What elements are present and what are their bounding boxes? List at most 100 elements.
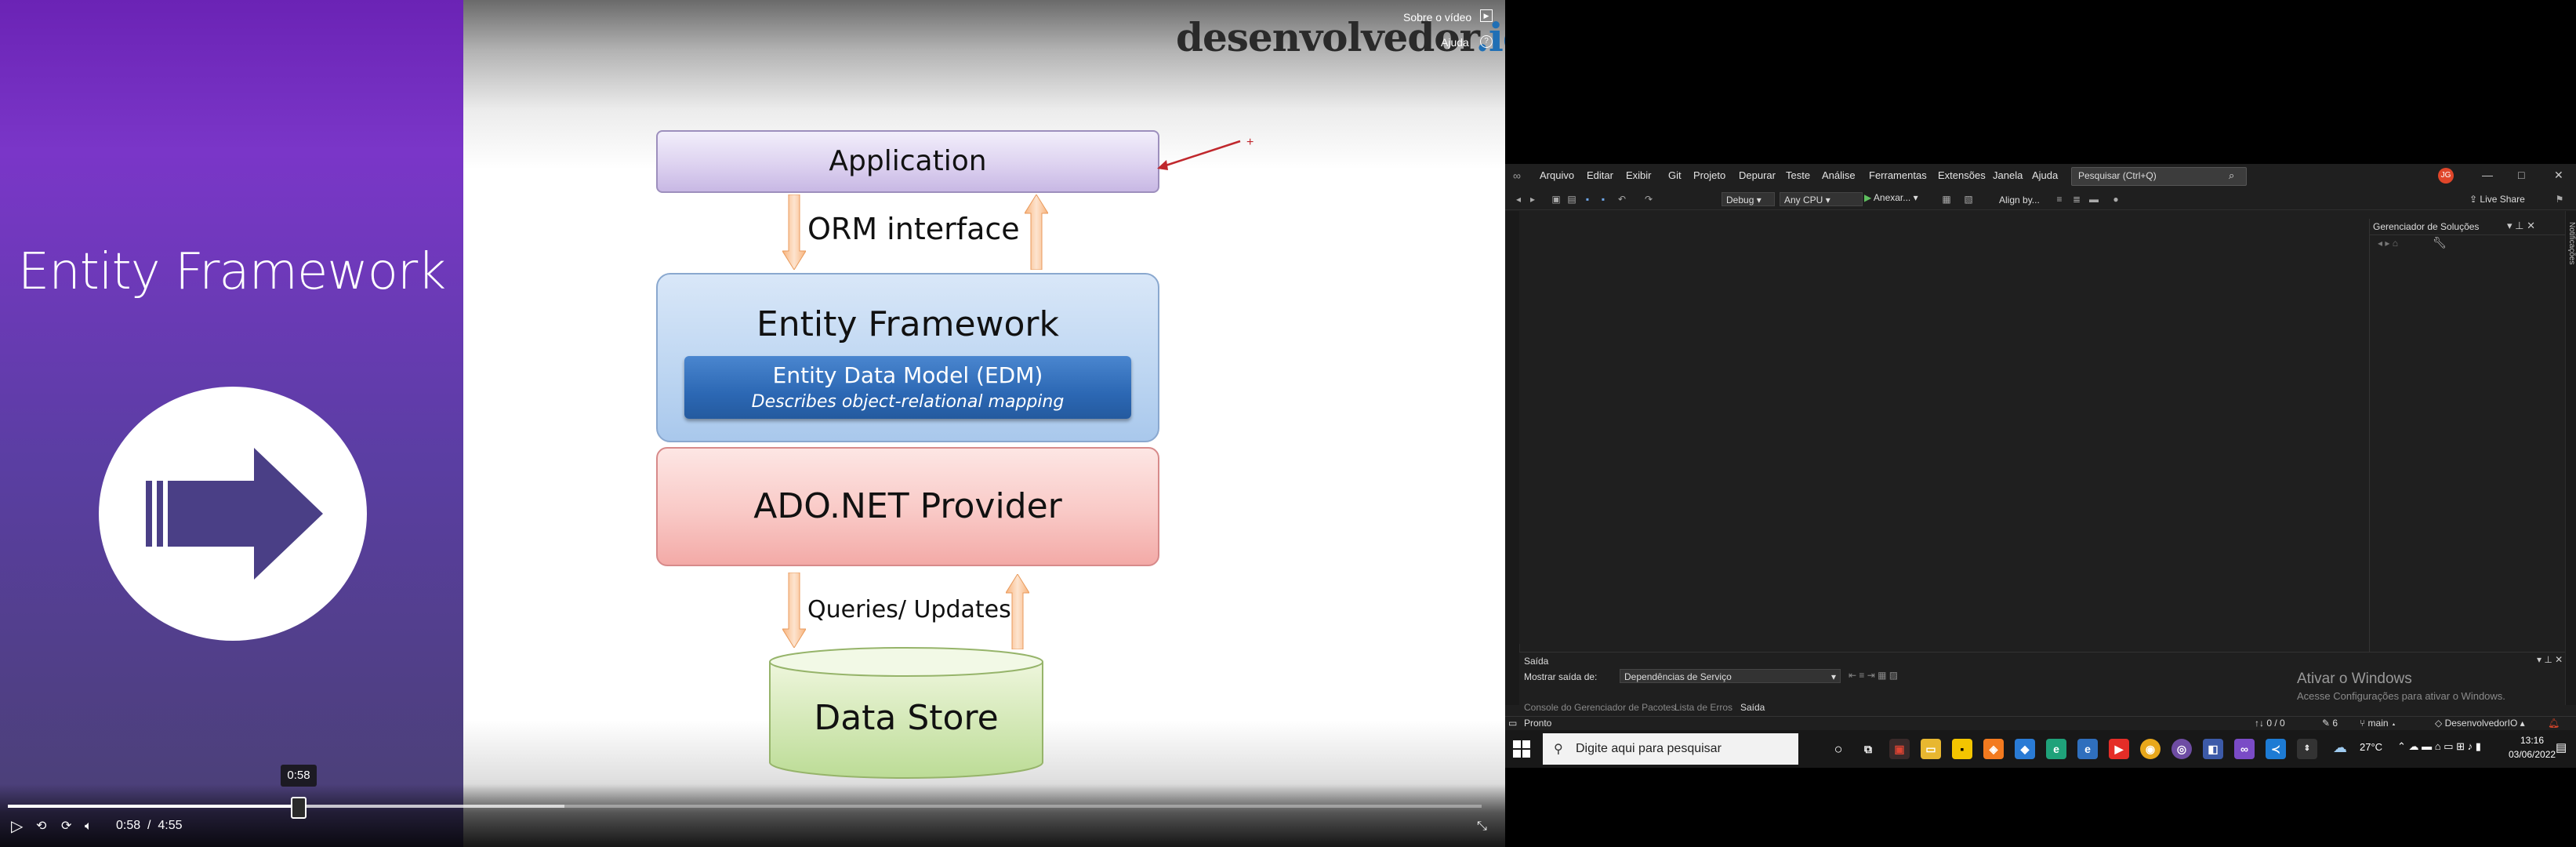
menu-teste[interactable]: Teste bbox=[1786, 169, 1810, 181]
menu-editar[interactable]: Editar bbox=[1587, 169, 1613, 181]
notification-bell-icon[interactable]: 🔔︎ bbox=[2548, 718, 2560, 729]
app-icon-video[interactable]: ▣ bbox=[1889, 739, 1910, 759]
feedback-icon[interactable]: ⚑ bbox=[2554, 194, 2565, 205]
edge-dev-icon[interactable]: e bbox=[2077, 739, 2098, 759]
output-source-select[interactable]: Dependências de Serviço ▾ bbox=[1620, 669, 1841, 683]
video-player[interactable]: Entity Framework desenvolvedor.io Sobre … bbox=[0, 0, 1505, 847]
entity-framework-label: Entity Framework bbox=[756, 304, 1059, 344]
forward-icon[interactable]: ⟳ bbox=[61, 817, 71, 836]
undo-icon[interactable]: ↶ bbox=[1616, 194, 1627, 205]
github-icon[interactable]: ◎ bbox=[2171, 739, 2192, 759]
back-icon[interactable]: ◂ bbox=[1513, 194, 1524, 205]
menu-exibir[interactable]: Exibir bbox=[1626, 169, 1652, 181]
edm-subtitle: Describes object-relational mapping bbox=[751, 392, 1065, 412]
notifications-tab[interactable]: Notificações bbox=[2565, 222, 2576, 264]
app-icon-purple[interactable]: ◧ bbox=[2203, 739, 2223, 759]
status-repo[interactable]: ◇ DesenvolvedorIO ▴ bbox=[2435, 718, 2525, 729]
platform-dropdown[interactable]: Any CPU ▾ bbox=[1780, 192, 1863, 206]
activate-windows-subtitle: Acesse Configurações para ativar o Windo… bbox=[2297, 690, 2505, 702]
vs-toolbar: ◂ ▸ ▣ ▤ ▪ ▪ ↶ ↷ Debug ▾ Any CPU ▾ ▶ Anex… bbox=[1505, 189, 2576, 210]
tab-error-list[interactable]: Lista de Erros bbox=[1674, 702, 1732, 713]
open-icon[interactable]: ▤ bbox=[1566, 194, 1577, 205]
menu-projeto[interactable]: Projeto bbox=[1693, 169, 1725, 181]
minimize-icon[interactable]: — bbox=[2482, 169, 2493, 181]
attach-button[interactable]: ▶ Anexar... ▾ bbox=[1864, 192, 1918, 203]
exit-fullscreen-icon[interactable]: ⤡ bbox=[1477, 817, 1487, 836]
right-tool-strip[interactable] bbox=[2565, 211, 2576, 705]
tray-time[interactable]: 13:16 bbox=[2509, 735, 2556, 746]
help-link[interactable]: Ajuda bbox=[1441, 36, 1469, 49]
edge-icon[interactable]: e bbox=[2046, 739, 2066, 759]
menu-extensoes[interactable]: Extensões bbox=[1938, 169, 1986, 181]
status-lines[interactable]: ↑↓ 0 / 0 bbox=[2255, 718, 2285, 729]
menu-analise[interactable]: Análise bbox=[1822, 169, 1856, 181]
chrome-icon[interactable]: ◉ bbox=[2140, 739, 2161, 759]
file-explorer-icon[interactable]: ▭ bbox=[1921, 739, 1941, 759]
menu-ajuda[interactable]: Ajuda bbox=[2032, 169, 2058, 181]
solution-explorer: Gerenciador de Soluções ▾ ⊥ ✕ ◂ ▸ ⌂ 🔧︎ bbox=[2369, 219, 2566, 658]
close-icon[interactable]: ✕ bbox=[2554, 169, 2563, 182]
toolbar-icon-a[interactable]: ▦ bbox=[1941, 194, 1952, 205]
toolbar-icon-b[interactable]: ▧ bbox=[1963, 194, 1974, 205]
cortana-icon[interactable]: ○ bbox=[1828, 739, 1849, 759]
taskbar-search-input[interactable]: ⚲ Digite aqui para pesquisar bbox=[1543, 733, 1798, 765]
status-changes[interactable]: ✎ 6 bbox=[2322, 718, 2338, 729]
editor-area[interactable] bbox=[1519, 211, 2367, 644]
scroll-taskbar-icon[interactable]: ⇕ bbox=[2297, 739, 2317, 759]
maximize-icon[interactable]: □ bbox=[2518, 169, 2524, 181]
tray-date[interactable]: 03/06/2022 bbox=[2509, 749, 2556, 760]
vs-search-input[interactable]: Pesquisar (Ctrl+Q) ⌕ bbox=[2071, 167, 2247, 186]
output-tools-icon[interactable]: ⇤ ≡ ⇥ ▦ ▨ bbox=[1849, 670, 1898, 681]
pin-icon[interactable]: ▾ ⊥ ✕ bbox=[2507, 220, 2535, 232]
menu-depurar[interactable]: Depurar bbox=[1739, 169, 1776, 181]
toolbar-icon-e[interactable]: ▬ bbox=[2088, 194, 2099, 205]
play-icon[interactable]: ▶ bbox=[1480, 9, 1493, 22]
redo-icon[interactable]: ↷ bbox=[1643, 194, 1654, 205]
new-item-icon[interactable]: ▣ bbox=[1551, 194, 1562, 205]
up-arrow-orm bbox=[1025, 194, 1048, 270]
tab-package-console[interactable]: Console do Gerenciador de Pacotes bbox=[1524, 702, 1675, 713]
left-tool-strip[interactable] bbox=[1505, 211, 1520, 705]
vs-logo-icon[interactable]: ∞ bbox=[1513, 169, 1527, 183]
live-share-button[interactable]: ⇪ Live Share bbox=[2469, 194, 2525, 205]
vscode-icon[interactable]: ≺ bbox=[2266, 739, 2286, 759]
volume-icon[interactable]: 🔈︎ bbox=[85, 817, 93, 836]
toolbar-icon-c[interactable]: ≡ bbox=[2054, 194, 2065, 205]
weather-icon[interactable]: ☁ bbox=[2333, 740, 2347, 756]
rewind-icon[interactable]: ⟲ bbox=[36, 817, 46, 836]
play-button[interactable]: ▷ bbox=[11, 817, 23, 836]
youtube-icon[interactable]: ▶ bbox=[2109, 739, 2129, 759]
notification-center-icon[interactable]: ▤ bbox=[2556, 740, 2567, 754]
help-icon[interactable]: ? bbox=[1480, 35, 1493, 48]
menu-ferramentas[interactable]: Ferramentas bbox=[1869, 169, 1927, 181]
avatar[interactable]: JG bbox=[2438, 168, 2454, 184]
forward-nav-icon[interactable]: ▸ bbox=[1527, 194, 1538, 205]
tray-temperature[interactable]: 27°C bbox=[2360, 741, 2382, 753]
sticky-notes-icon[interactable]: ▪ bbox=[1952, 739, 1972, 759]
activate-windows-title: Ativar o Windows bbox=[2297, 671, 2412, 687]
status-branch[interactable]: ⑂ main ▴ bbox=[2360, 718, 2396, 729]
record-icon[interactable]: ● bbox=[2110, 194, 2121, 205]
progress-handle[interactable] bbox=[291, 797, 307, 819]
config-dropdown[interactable]: Debug ▾ bbox=[1722, 192, 1775, 206]
search-icon: ⌕ bbox=[2229, 169, 2235, 181]
toolbar-icon-d[interactable]: ≣ bbox=[2071, 194, 2082, 205]
tab-output[interactable]: Saída bbox=[1740, 702, 1765, 713]
windows-start-icon[interactable] bbox=[1513, 740, 1530, 758]
output-pin-icon[interactable]: ▾ ⊥ ✕ bbox=[2537, 654, 2563, 665]
save-icon[interactable]: ▪ bbox=[1582, 194, 1593, 205]
align-button[interactable]: Align by... bbox=[1999, 194, 2040, 205]
start-icon: ▶ bbox=[1864, 192, 1872, 203]
visual-studio-icon[interactable]: ∞ bbox=[2234, 739, 2255, 759]
app-icon-orange[interactable]: ◈ bbox=[1983, 739, 2004, 759]
save-all-icon[interactable]: ▪ bbox=[1598, 194, 1609, 205]
home-icon[interactable]: ◂ ▸ ⌂ bbox=[2378, 238, 2398, 249]
task-view-icon[interactable]: ⧉ bbox=[1858, 739, 1878, 759]
wrench-icon[interactable]: 🔧︎ bbox=[2433, 236, 2447, 249]
menu-git[interactable]: Git bbox=[1668, 169, 1682, 181]
tray-icons[interactable]: ⌃ ☁ ▬ ⌂ ▭ ⊞ ♪ ▮ bbox=[2397, 740, 2481, 753]
app-icon-blue[interactable]: ◆ bbox=[2015, 739, 2035, 759]
about-video-link[interactable]: Sobre o vídeo bbox=[1403, 11, 1471, 24]
menu-janela[interactable]: Janela bbox=[1993, 169, 2023, 181]
menu-arquivo[interactable]: Arquivo bbox=[1540, 169, 1574, 181]
